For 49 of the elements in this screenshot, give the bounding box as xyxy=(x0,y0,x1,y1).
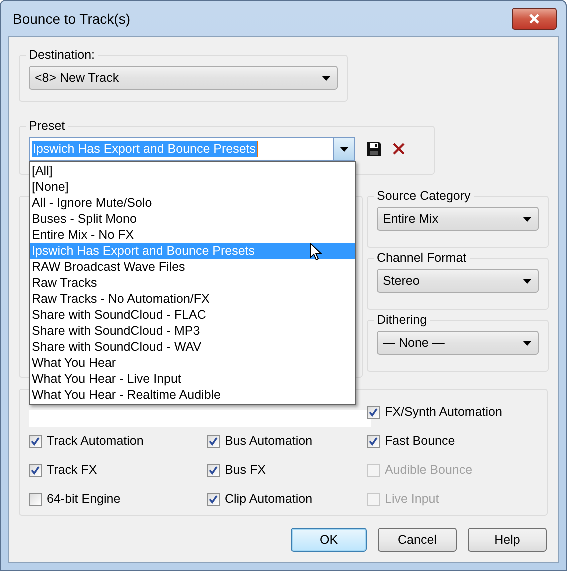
preset-option[interactable]: What You Hear - Live Input xyxy=(30,371,355,387)
group-label: Dithering xyxy=(374,312,430,328)
dropdown-arrow-icon xyxy=(523,340,532,346)
source-category-select[interactable]: Entire Mix xyxy=(377,207,539,231)
close-icon xyxy=(529,14,540,24)
option-checkbox[interactable]: Bus FX xyxy=(207,462,266,478)
dropdown-arrow-icon[interactable] xyxy=(340,146,348,152)
preset-option[interactable]: All - Ignore Mute/Solo xyxy=(30,195,355,211)
check-mark-icon xyxy=(369,436,378,446)
preset-option[interactable]: [None] xyxy=(30,179,355,195)
option-checkbox[interactable]: Track Automation xyxy=(29,433,144,449)
preset-option[interactable]: Raw Tracks xyxy=(30,275,355,291)
preset-option[interactable]: What You Hear - Realtime Audible xyxy=(30,387,355,403)
preset-option[interactable]: Raw Tracks - No Automation/FX xyxy=(30,291,355,307)
option-checkbox[interactable]: Fast Bounce xyxy=(367,433,456,449)
option-checkbox[interactable]: Bus Automation xyxy=(207,433,313,449)
destination-select[interactable]: <8> New Track xyxy=(29,66,338,90)
channel-format-select[interactable]: Stereo xyxy=(377,269,539,293)
preset-option[interactable]: RAW Broadcast Wave Files xyxy=(30,259,355,275)
dithering-select[interactable]: — None — xyxy=(377,331,539,355)
check-mark-icon xyxy=(31,466,40,474)
preset-option[interactable]: What You Hear xyxy=(30,355,355,371)
group-label: Source Category xyxy=(374,188,474,204)
option-checkbox[interactable]: 64-bit Engine xyxy=(29,491,121,507)
preset-option[interactable]: Share with SoundCloud - MP3 xyxy=(30,323,355,339)
check-mark-icon xyxy=(209,494,218,504)
save-icon[interactable] xyxy=(367,142,381,156)
check-mark-icon xyxy=(209,436,218,446)
dialog-button[interactable]: Help xyxy=(468,528,547,552)
preset-option[interactable]: [All] xyxy=(30,163,355,179)
dropdown-arrow-icon xyxy=(523,216,532,222)
check-mark-icon xyxy=(369,408,378,416)
mouse-pointer-icon xyxy=(310,243,322,261)
dropdown-arrow-icon xyxy=(523,278,532,284)
preset-option[interactable]: Share with SoundCloud - WAV xyxy=(30,339,355,355)
option-checkbox[interactable]: Clip Automation xyxy=(207,491,313,507)
option-checkbox[interactable]: Track FX xyxy=(29,462,98,478)
close-button[interactable] xyxy=(512,8,557,30)
preset-option[interactable]: Buses - Split Mono xyxy=(30,211,355,227)
dialog-button[interactable]: OK xyxy=(291,528,367,552)
dialog-button[interactable]: Cancel xyxy=(378,528,457,552)
preset-option[interactable]: Share with SoundCloud - FLAC xyxy=(30,307,355,323)
option-checkbox[interactable]: FX/Synth Automation xyxy=(367,404,502,420)
window-title: Bounce to Track(s) xyxy=(12,10,130,26)
check-mark-icon xyxy=(209,466,218,474)
check-mark-icon xyxy=(31,436,40,446)
preset-option[interactable]: Entire Mix - No FX xyxy=(30,227,355,243)
delete-icon[interactable] xyxy=(393,143,405,155)
dropdown-arrow-icon xyxy=(322,76,331,80)
